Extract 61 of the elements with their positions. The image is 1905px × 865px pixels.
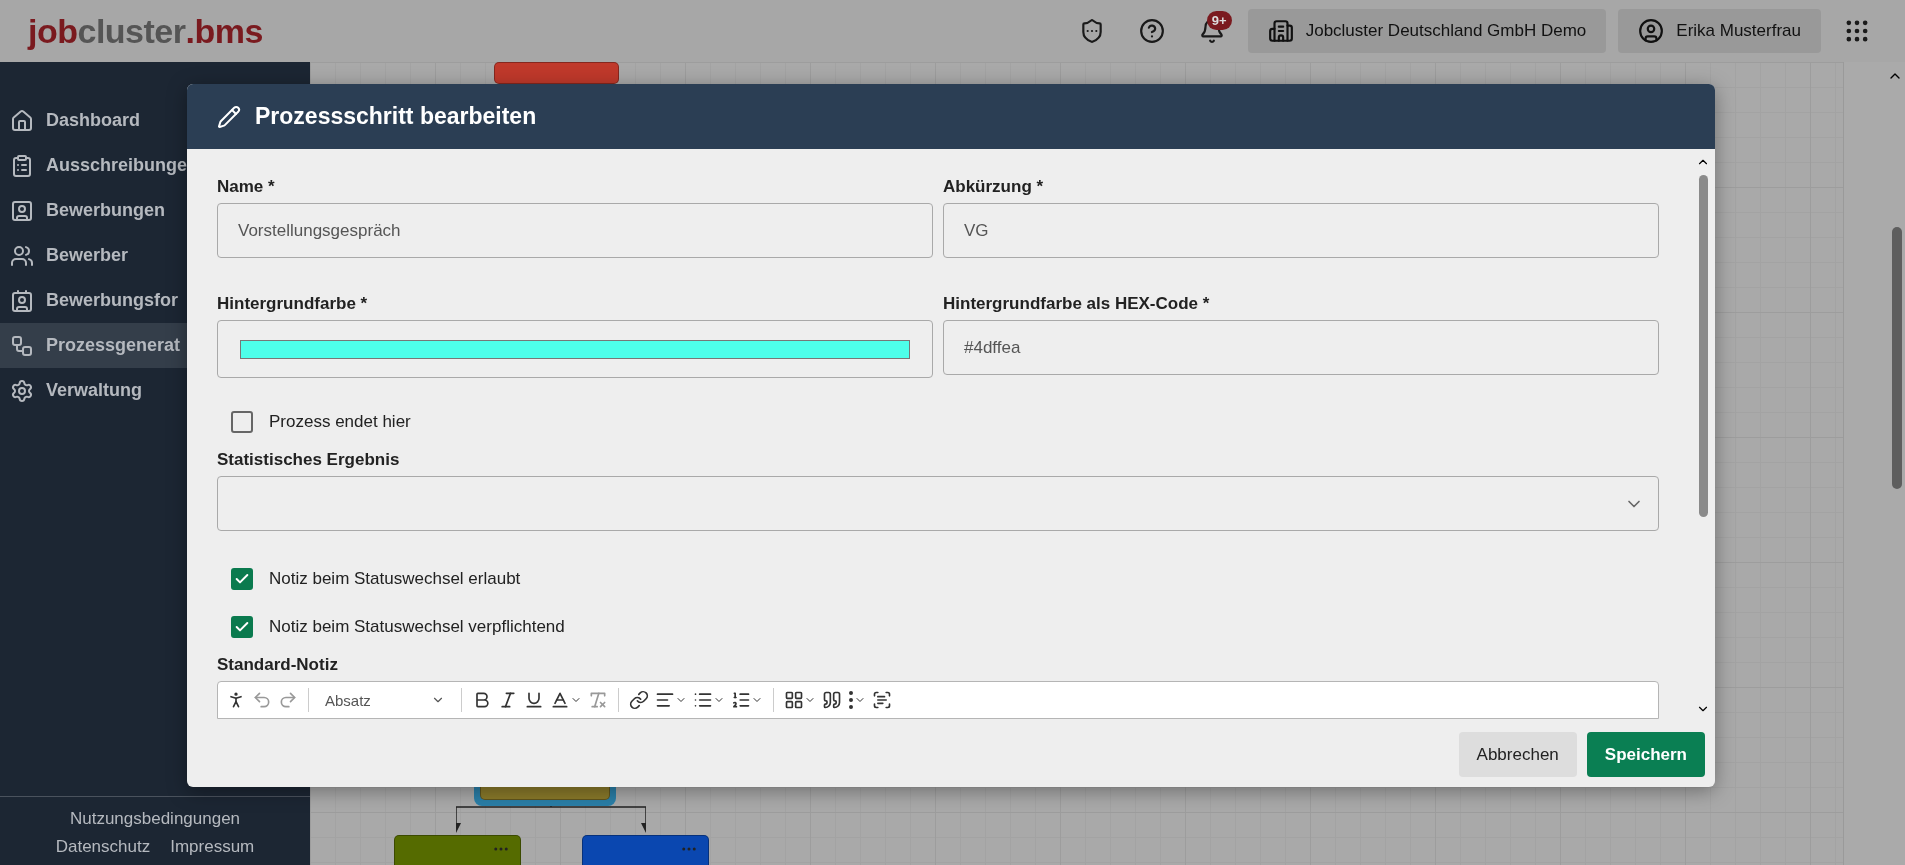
align-icon: [654, 690, 675, 710]
footer-link[interactable]: Impressum: [170, 837, 255, 857]
abbreviation-field[interactable]: VG: [943, 203, 1659, 258]
checkbox-label: Notiz beim Statuswechsel verpflichtend: [269, 617, 565, 637]
block-format-dropdown[interactable]: Absatz: [319, 691, 451, 709]
user-button[interactable]: Erika Musterfrau: [1618, 9, 1821, 53]
numbered-list-button[interactable]: [730, 690, 763, 710]
align-button[interactable]: [654, 690, 687, 710]
checkbox-label: Notiz beim Statuswechsel erlaubt: [269, 569, 521, 589]
undo-icon[interactable]: [252, 690, 272, 710]
settings-icon: [10, 378, 34, 403]
name-field[interactable]: Vorstellungsgespräch: [217, 203, 933, 258]
dialog-title: Prozessschritt bearbeiten: [255, 103, 537, 130]
redo-icon[interactable]: [278, 690, 298, 710]
building-icon: [1267, 18, 1294, 44]
home-icon: [10, 108, 34, 133]
notification-badge: 9+: [1206, 11, 1232, 30]
edit-icon: [217, 104, 241, 129]
sidebar-item[interactable]: Verwaltung: [0, 368, 310, 413]
help-icon: [1138, 18, 1165, 44]
user-document-icon: [10, 198, 34, 223]
contact-card-icon: [10, 288, 34, 313]
link-button[interactable]: [628, 690, 649, 710]
field-label: Name *: [217, 177, 276, 197]
footer-link[interactable]: Nutzungsbedingungen: [69, 809, 241, 829]
source-icon: [871, 690, 892, 710]
table-icon: [783, 690, 804, 710]
scrollbar-thumb[interactable]: [1699, 175, 1708, 517]
users-icon: [10, 243, 34, 268]
quote-button[interactable]: [821, 690, 842, 710]
user-icon: [1638, 18, 1665, 44]
field-label: Hintergrundfarbe als HEX-Code *: [943, 294, 1211, 314]
field-label: Hintergrundfarbe *: [217, 294, 369, 314]
scrollbar-thumb[interactable]: [1892, 227, 1902, 489]
bullet-list-button[interactable]: [692, 690, 725, 710]
cancel-button[interactable]: Abbrechen: [1458, 732, 1577, 777]
source-button[interactable]: [871, 690, 892, 710]
process-node[interactable]: [494, 62, 619, 84]
field-label: Statistisches Ergebnis: [217, 450, 401, 470]
checkbox[interactable]: [231, 411, 253, 433]
bullet-list-icon: [692, 690, 713, 710]
hex-code-field[interactable]: #4dffea: [943, 320, 1659, 375]
link-icon: [628, 690, 649, 710]
company-button[interactable]: Jobcluster Deutschland GmbH Demo: [1247, 9, 1607, 53]
checkbox[interactable]: [231, 616, 253, 638]
field-label: Standard-Notiz: [217, 655, 339, 675]
field-label: Abkürzung *: [943, 177, 1045, 197]
footer-link[interactable]: Datenschutz: [55, 837, 151, 857]
numbered-list-icon: [730, 690, 751, 710]
checkbox-label: Prozess endet hier: [269, 412, 411, 432]
more-button[interactable]: [847, 691, 866, 709]
logo[interactable]: jobcluster.bms: [28, 11, 263, 51]
color-picker-field[interactable]: [217, 320, 933, 378]
checkbox[interactable]: [231, 568, 253, 590]
clipboard-icon: [10, 153, 34, 178]
notifications-button[interactable]: 9+: [1187, 7, 1236, 55]
quote-icon: [821, 690, 842, 710]
workflow-icon: [10, 333, 34, 358]
table-button[interactable]: [783, 690, 816, 710]
save-button[interactable]: Speichern: [1586, 732, 1705, 777]
more-icon: [847, 691, 854, 709]
